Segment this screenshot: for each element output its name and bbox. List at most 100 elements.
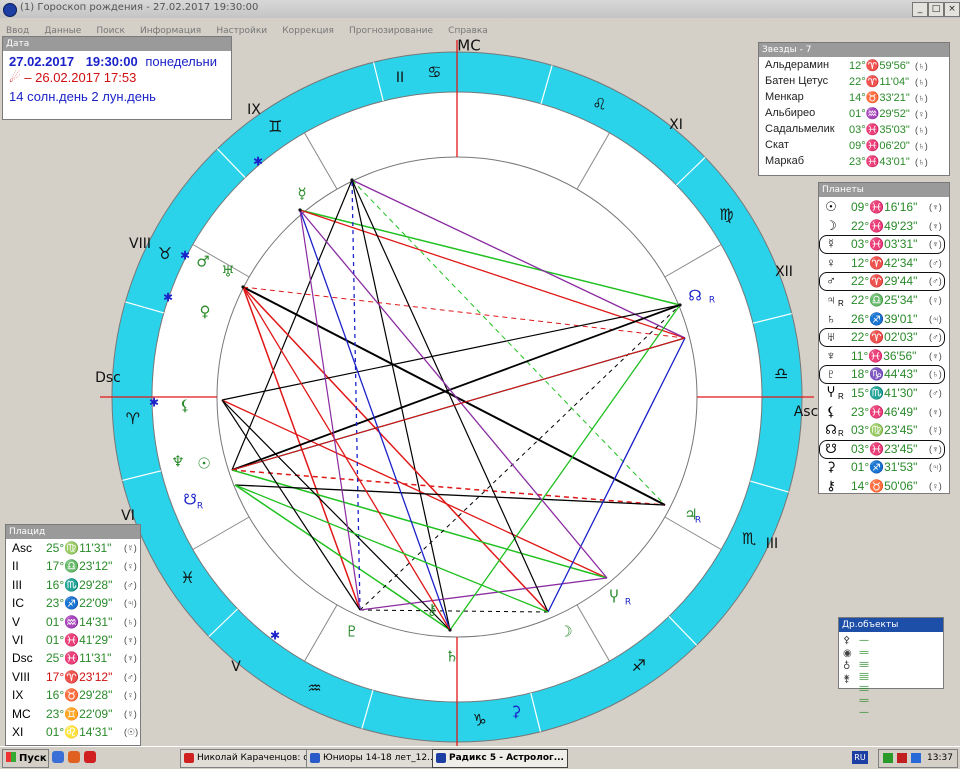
star-name: Альбирео <box>765 107 816 119</box>
zodiac-sign-icon: ♋ <box>427 62 441 81</box>
house-key: Dsc <box>12 651 33 666</box>
other-object-row: ⚴ — — — — <box>843 635 869 679</box>
security-icon <box>897 753 907 763</box>
planet-glyph-icon: ⚸ <box>826 403 836 419</box>
date-time-row: 27.02.2017 19:30:00 понедельни <box>9 54 217 69</box>
retrograde-mark: R <box>197 502 203 512</box>
house-position: 01°♒14'31" <box>46 614 113 629</box>
star-row: Батен Цетус 22°♈11'04" (♄) <box>765 75 950 91</box>
chart-planet-icon: ♅ <box>221 263 234 281</box>
planet-glyph-icon: ⚷ <box>826 478 836 493</box>
star-position: 09°♓06'20" <box>849 140 910 152</box>
houses-panel: Плацид Asc 25°♍11'31" (☿) II 17°♎23'12" (… <box>5 524 141 746</box>
house-position: 16°♉29'28" <box>46 688 113 703</box>
asc-label: Asc <box>794 404 819 420</box>
planet-position: 15°♏41'30" <box>851 386 918 400</box>
planet-position: 22°♓49'23" <box>851 218 918 233</box>
planet-position: 11°♓36'56" <box>851 348 917 363</box>
planet-ruler: (♆) <box>929 202 942 212</box>
planet-position: 03°♓03'31" <box>851 237 918 252</box>
planet-ruler: (♂) <box>929 332 942 343</box>
house-row: XI 01°♌14'31" (☉) <box>12 725 142 743</box>
retrograde-mark: R <box>695 516 701 526</box>
chart-planet-icon: ☽ <box>559 623 572 641</box>
zodiac-sign-icon: ♎ <box>774 364 788 383</box>
house-row: VI 01°♓41'29" (♆) <box>12 633 142 651</box>
house-row: II 17°♎23'12" (♀) <box>12 559 142 577</box>
planet-glyph-icon: ♂ <box>826 273 836 289</box>
chart-planet-icon: ⚷ <box>427 601 438 619</box>
house-position: 01°♓41'29" <box>46 633 113 647</box>
zodiac-sign-icon: ♐ <box>632 656 646 675</box>
house-row: V 01°♒14'31" (♄) <box>12 615 142 633</box>
house-position: 25°♓11'31" <box>46 651 112 666</box>
planet-glyph-icon: ♃ <box>826 292 836 307</box>
house-row: VIII 17°♈23'12" (♂) <box>12 670 142 688</box>
zodiac-sign-icon: ♑ <box>472 711 486 730</box>
star-position: 03°♓35'03" <box>849 124 910 136</box>
planet-position: 09°♓16'16" <box>851 200 918 214</box>
planet-glyph-icon: ☋ <box>825 440 837 456</box>
chart-planet-icon: ♇ <box>345 623 358 641</box>
house-ruler: (♀) <box>124 690 137 701</box>
fixed-star-icon: ✱ <box>149 396 159 410</box>
task-radix[interactable]: Радикс 5 - Астролог... <box>432 749 568 768</box>
house-row: Asc 25°♍11'31" (☿) <box>12 541 142 559</box>
house-row: IX 16°♉29'28" (♀) <box>12 688 142 706</box>
planet-ruler: (♂) <box>929 276 942 287</box>
house-row: III 16°♏29'28" (♂) <box>12 578 142 596</box>
zodiac-sign-icon: ♈ <box>126 409 140 428</box>
planet-glyph-icon: ☽ <box>825 217 837 233</box>
other-object-row: ⚵ — — — — <box>843 674 869 718</box>
planet-glyph-icon: ☉ <box>825 199 837 214</box>
planet-ruler: (♆) <box>929 406 942 417</box>
planet-position: 03°♓23'45" <box>851 441 918 456</box>
house-key: MC <box>12 706 31 721</box>
star-position: 14°♉33'21" <box>849 92 910 104</box>
chart-planet-icon: ♄ <box>445 648 458 666</box>
zodiac-sign-icon: ♍ <box>719 205 733 224</box>
star-name: Скат <box>765 139 789 151</box>
desktop-icon[interactable] <box>52 751 64 763</box>
star-name: Менкар <box>765 91 804 103</box>
house-position: 17°♎23'12" <box>46 559 113 574</box>
house-number: XII <box>775 264 793 280</box>
firefox-icon[interactable] <box>68 751 80 763</box>
task-browser[interactable]: Николай Караченцов: с... <box>180 749 318 768</box>
zodiac-sign-icon: ♒ <box>307 679 321 698</box>
clock: 13:37 <box>927 753 953 763</box>
star-row: Менкар 14°♉33'21" (♄) <box>765 91 950 107</box>
opera-icon[interactable] <box>84 751 96 763</box>
date-panel: Дата 27.02.2017 19:30:00 понедельни ☄ – … <box>2 36 232 120</box>
retrograde-mark: R <box>625 598 631 608</box>
star-row: Маркаб 23°♓43'01" (♄) <box>765 155 950 171</box>
chart-planet-icon: ☋ <box>183 491 196 509</box>
chart-planet-icon: Ⴤ <box>610 589 619 607</box>
system-tray: 13:37 <box>878 749 958 768</box>
house-ruler: (☿) <box>124 543 137 553</box>
object-value: — — — — <box>859 674 870 718</box>
planet-ruler: (♂) <box>929 257 942 268</box>
object-glyph-icon: ◉ <box>843 648 852 659</box>
task-word[interactable]: Юниоры 14-18 лет_12.... <box>306 749 444 768</box>
house-position: 17°♈23'12" <box>46 669 113 684</box>
planet-glyph-icon: Ⴤ <box>827 385 835 400</box>
aspect-point <box>350 178 354 182</box>
weekday-value: понедельни <box>145 54 217 69</box>
planet-position: 22°♎25'34" <box>851 293 918 307</box>
retrograde-mark: R <box>838 299 844 308</box>
start-button[interactable]: Пуск <box>2 749 49 768</box>
planet-position: 23°♓46'49" <box>851 404 918 419</box>
planet-ruler: (♀) <box>929 295 942 305</box>
house-number: VI <box>121 508 135 524</box>
language-indicator[interactable]: RU <box>852 751 868 764</box>
star-name: Альдерамин <box>765 59 830 71</box>
planet-row[interactable]: ⚷ 14°♉50'06" (♀) <box>819 476 949 497</box>
star-position: 22°♈11'04" <box>849 76 909 88</box>
planet-ruler: (☿) <box>929 425 942 436</box>
planet-position: 18°♑44'43" <box>851 367 918 382</box>
chart-planet-icon: ♆ <box>171 453 184 471</box>
planet-ruler: (♃) <box>929 313 942 324</box>
house-number: IX <box>247 102 261 118</box>
house-key: IX <box>12 688 24 703</box>
